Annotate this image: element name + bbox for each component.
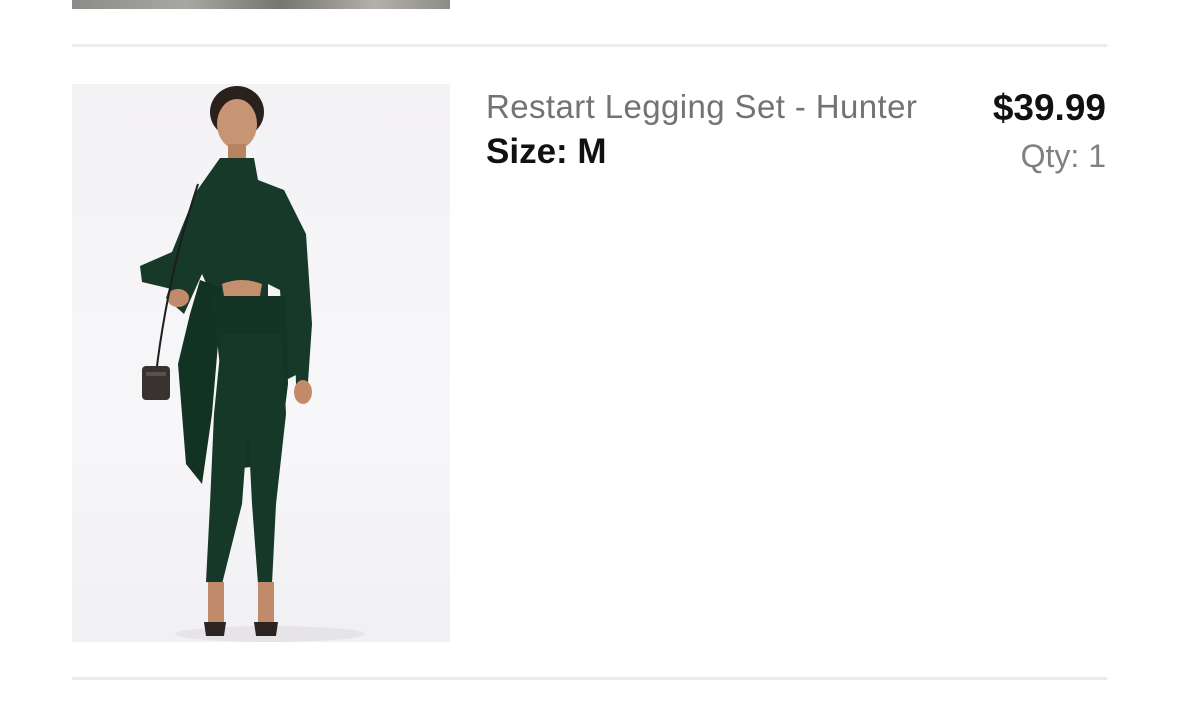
qty-label: Qty: [1020,138,1089,174]
product-image[interactable] [72,84,450,642]
quantity-info: Qty: 1 [1021,138,1106,175]
item-divider-top [72,44,1107,47]
item-divider-bottom [72,677,1107,680]
previous-item-image[interactable] [72,0,450,9]
price: $39.99 [992,87,1106,128]
size-info: Size: M [486,132,607,172]
qty-value: 1 [1088,138,1106,174]
cart-page: Restart Legging Set - Hunter Size: M $39… [0,0,1179,708]
size-value: M [577,132,607,171]
size-label: Size: [486,132,578,171]
product-name[interactable]: Restart Legging Set - Hunter [486,88,917,126]
model-illustration [140,86,365,642]
